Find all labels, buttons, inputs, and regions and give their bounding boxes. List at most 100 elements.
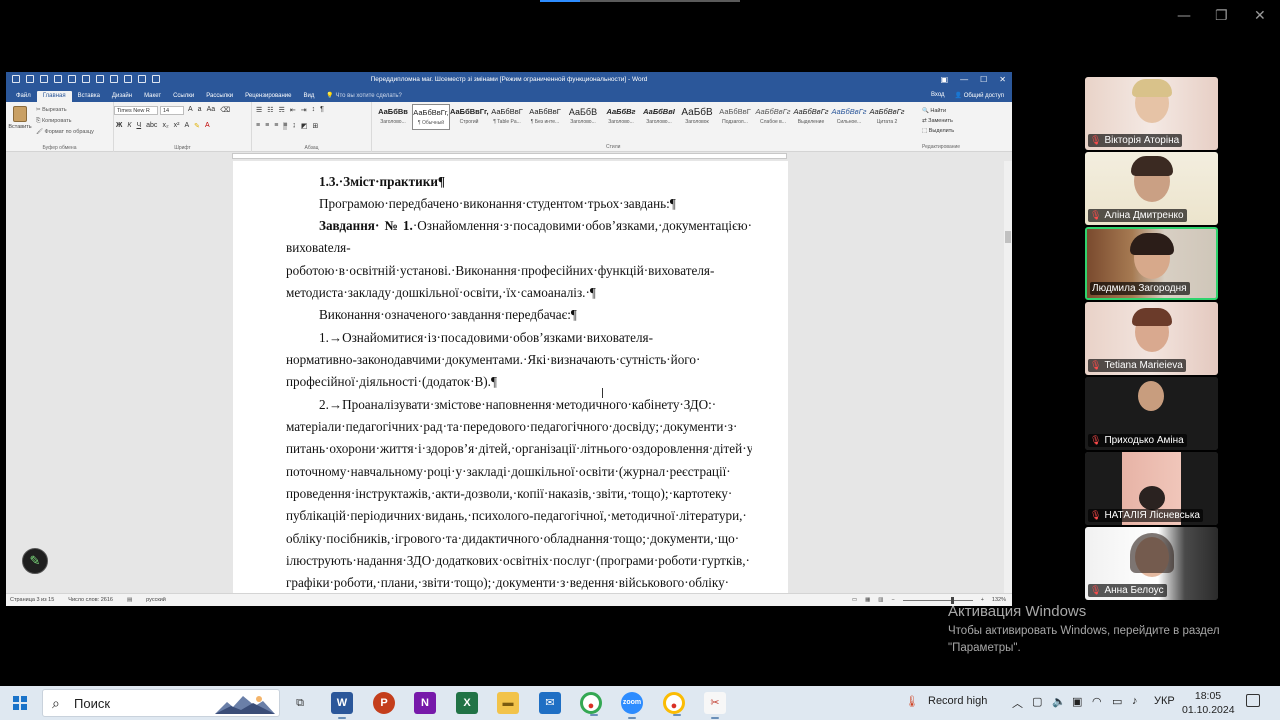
style-item[interactable]: АаБбВвГг Слабое в... [754, 104, 792, 130]
style-item[interactable]: АаБбВвГг Выделение [792, 104, 830, 130]
paste-button[interactable]: Вставить [8, 106, 32, 138]
ribbon-display-icon[interactable]: ▣ [941, 75, 949, 84]
sort-icon[interactable]: ↕ [312, 106, 316, 114]
shading-icon[interactable]: ◩ [301, 122, 308, 130]
style-item[interactable]: АаБбВвГ ¶ Table Pa... [488, 104, 526, 130]
zoom-slider[interactable] [902, 596, 973, 604]
share-button[interactable]: 👤 Общий доступ [955, 92, 1004, 99]
style-item[interactable]: АаБбВвГг Цитата 2 [868, 104, 906, 130]
style-item[interactable]: АаБбВ Заголово... [564, 104, 602, 130]
word-taskbar-icon[interactable]: W [331, 692, 353, 719]
windows-start-icon[interactable] [13, 696, 27, 710]
style-item[interactable]: АаБбВв Заголово... [374, 104, 412, 130]
tab-insert[interactable]: Вставка [72, 91, 106, 102]
style-item[interactable]: АаБбВвГг Сильное... [830, 104, 868, 130]
align-left-icon[interactable]: ≡ [256, 122, 260, 130]
style-item[interactable]: АаБбВвІ Заголово... [640, 104, 678, 130]
tab-mailings[interactable]: Рассылки [200, 91, 239, 102]
close-icon[interactable]: ✕ [1254, 8, 1266, 24]
cut-button[interactable]: ✂ Вырезать [36, 107, 67, 113]
participant-tile[interactable]: 🎙 Вікторія Аторіна [1085, 77, 1218, 150]
style-item[interactable]: АаБбВ Заголовок [678, 104, 716, 130]
justify-icon[interactable]: ≡ [283, 122, 288, 130]
language[interactable]: русский [146, 597, 166, 603]
annotate-pencil-icon[interactable]: ✎ [22, 548, 48, 574]
replace-button[interactable]: ⇄ Заменить [922, 116, 960, 126]
proofing-icon[interactable]: ▤ [127, 597, 132, 603]
tab-references[interactable]: Ссылки [167, 91, 200, 102]
decrease-indent-icon[interactable]: ⇤ [290, 106, 296, 114]
subscript-icon[interactable]: x₂ [162, 122, 168, 130]
powerpoint-taskbar-icon[interactable]: P [373, 692, 395, 714]
line-spacing-icon[interactable]: ↨ [292, 122, 296, 130]
borders-icon[interactable]: ⊞ [313, 122, 319, 130]
multilevel-list-icon[interactable]: ☴ [279, 106, 285, 114]
document-area[interactable]: 1.3.·Зміст·практики¶ Програмою·передбаче… [6, 161, 1012, 593]
chrome-profile-taskbar-icon[interactable]: ● [663, 692, 685, 716]
tab-view[interactable]: Вид [297, 91, 320, 102]
participant-tile[interactable]: 🎙 Tetiana Marieieva [1085, 302, 1218, 375]
show-marks-icon[interactable]: ¶ [320, 106, 324, 114]
onenote-taskbar-icon[interactable]: N [414, 692, 436, 714]
bullets-icon[interactable]: ☰ [256, 106, 262, 114]
italic-icon[interactable]: К [127, 122, 131, 130]
highlight-icon[interactable]: ✎ [194, 122, 200, 130]
notifications-icon[interactable] [1246, 694, 1260, 707]
select-button[interactable]: ⬚ Выделить [922, 126, 960, 136]
battery-icon[interactable]: ▭ [1112, 695, 1122, 708]
chrome-taskbar-icon[interactable]: ● [580, 692, 602, 716]
align-right-icon[interactable]: ≡ [274, 122, 278, 130]
font-name-select[interactable]: Times New R [114, 106, 158, 115]
increase-indent-icon[interactable]: ⇥ [301, 106, 307, 114]
participant-tile[interactable]: 🎙 Анна Белоус [1085, 527, 1218, 600]
tab-review[interactable]: Рецензирование [239, 91, 297, 102]
style-item[interactable]: АаБбВвГг, Строгий [450, 104, 489, 130]
word-count[interactable]: Число слов: 2616 [68, 597, 113, 603]
participant-tile[interactable]: 🎙 НАТАЛІЯ Лісневська [1085, 452, 1218, 525]
scroll-thumb[interactable] [1005, 231, 1011, 243]
document-page[interactable]: 1.3.·Зміст·практики¶ Програмою·передбаче… [233, 161, 788, 593]
copy-button[interactable]: ⎘ Копировать [36, 118, 72, 125]
taskbar-clock[interactable]: 18:05 01.10.2024 [1182, 689, 1235, 717]
weather-text[interactable]: Record high [928, 695, 987, 707]
font-color-icon[interactable]: A [205, 122, 210, 130]
horizontal-ruler[interactable] [6, 152, 1012, 160]
numbering-icon[interactable]: ☷ [267, 106, 273, 114]
tell-me-box[interactable]: 💡 Что вы хотите сделать? [320, 90, 407, 102]
text-effects-icon[interactable]: A [185, 122, 190, 130]
tab-home[interactable]: Главная [36, 91, 72, 102]
participant-tile[interactable]: 🎙 Аліна Дмитренко [1085, 152, 1218, 225]
taskbar-search-box[interactable]: ⌕ Поиск [42, 689, 280, 717]
zoom-out-icon[interactable]: − [891, 597, 894, 603]
mail-icon[interactable]: ✉ [539, 692, 561, 714]
meet-now-icon[interactable]: ▢ [1032, 695, 1042, 708]
word-close-icon[interactable]: ✕ [999, 75, 1006, 84]
file-explorer-icon[interactable]: ▬ [497, 692, 519, 714]
style-item-normal[interactable]: АаБбВвГг, ¶ Обычный [412, 104, 450, 130]
tab-design[interactable]: Дизайн [106, 91, 138, 102]
strikethrough-icon[interactable]: abc [146, 122, 157, 130]
read-mode-icon[interactable]: ▭ [852, 597, 857, 603]
participant-tile[interactable]: 🎙 Приходько Аміна [1085, 377, 1218, 450]
excel-taskbar-icon[interactable]: X [456, 692, 478, 714]
input-language[interactable]: УКР [1154, 695, 1175, 707]
shrink-font-icon[interactable]: a [198, 106, 202, 114]
wifi-icon[interactable]: ◠ [1092, 695, 1102, 708]
align-center-icon[interactable]: ≡ [265, 122, 269, 130]
underline-icon[interactable]: Ч [136, 122, 141, 130]
grow-font-icon[interactable]: A [188, 106, 193, 114]
zoom-taskbar-icon[interactable]: zoom [621, 692, 643, 719]
style-item[interactable]: АаБбВг Заголово... [602, 104, 640, 130]
restore-icon[interactable]: ❐ [1215, 8, 1228, 24]
task-view-icon[interactable]: ⧉ [289, 692, 311, 714]
vertical-scrollbar[interactable] [1004, 161, 1012, 593]
superscript-icon[interactable]: x² [174, 122, 180, 130]
find-button[interactable]: 🔍 Найти [922, 106, 960, 116]
web-layout-icon[interactable]: ▥ [878, 597, 883, 603]
tray-overflow-icon[interactable]: ︿ [1012, 695, 1023, 711]
print-layout-icon[interactable]: ▦ [865, 597, 870, 603]
minimize-icon[interactable]: — [1177, 8, 1191, 24]
tab-file[interactable]: Файл [10, 91, 37, 102]
word-minimize-icon[interactable]: — [960, 75, 968, 84]
word-maximize-icon[interactable]: ☐ [980, 75, 987, 84]
